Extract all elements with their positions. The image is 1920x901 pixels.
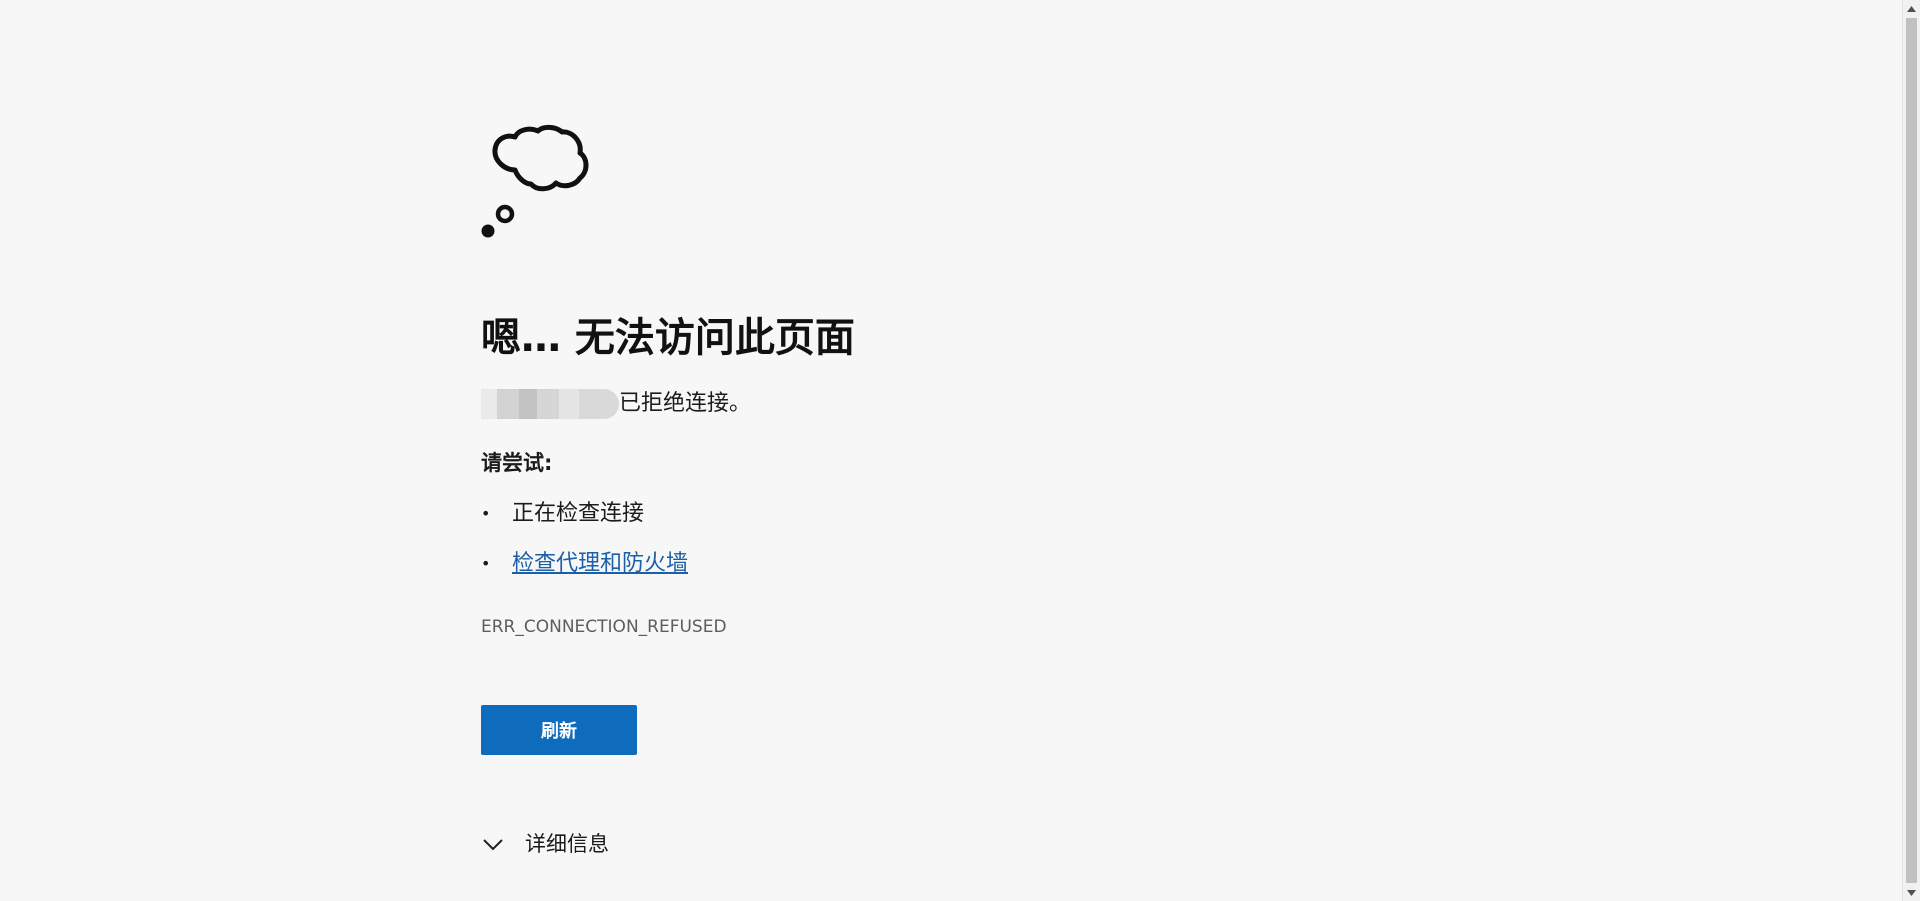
details-toggle[interactable]: 详细信息 (481, 829, 609, 859)
bullet-icon: • (481, 554, 491, 573)
vertical-scrollbar[interactable] (1902, 0, 1920, 901)
scroll-thumb[interactable] (1906, 18, 1917, 883)
chevron-down-icon (481, 829, 517, 859)
page-title: 嗯… 无法访问此页面 (481, 315, 855, 361)
suggestion-item-proxy-firewall: • 检查代理和防火墙 (481, 548, 688, 580)
details-label: 详细信息 (525, 832, 609, 856)
error-code: ERR_CONNECTION_REFUSED (481, 617, 727, 637)
error-page: 嗯… 无法访问此页面 已拒绝连接。 请尝试: • 正在检查连接 • 检查代理和防… (0, 0, 1920, 901)
refresh-button[interactable]: 刷新 (481, 705, 637, 755)
bullet-icon: • (481, 504, 491, 523)
thought-cloud-icon (481, 124, 589, 238)
connection-refused-message: 已拒绝连接。 (481, 388, 751, 420)
suggestion-text: 正在检查连接 (512, 501, 645, 526)
redacted-hostname (481, 389, 619, 419)
scroll-down-arrow-icon[interactable] (1903, 884, 1920, 901)
refused-text: 已拒绝连接。 (619, 391, 752, 416)
check-proxy-firewall-link[interactable]: 检查代理和防火墙 (512, 551, 688, 576)
scroll-up-arrow-icon[interactable] (1903, 0, 1920, 17)
error-content: 嗯… 无法访问此页面 已拒绝连接。 请尝试: • 正在检查连接 • 检查代理和防… (481, 122, 1381, 856)
try-heading: 请尝试: (481, 451, 553, 475)
suggestion-list: • 正在检查连接 • 检查代理和防火墙 (481, 498, 688, 598)
suggestion-item-check-connection: • 正在检查连接 (481, 498, 688, 530)
